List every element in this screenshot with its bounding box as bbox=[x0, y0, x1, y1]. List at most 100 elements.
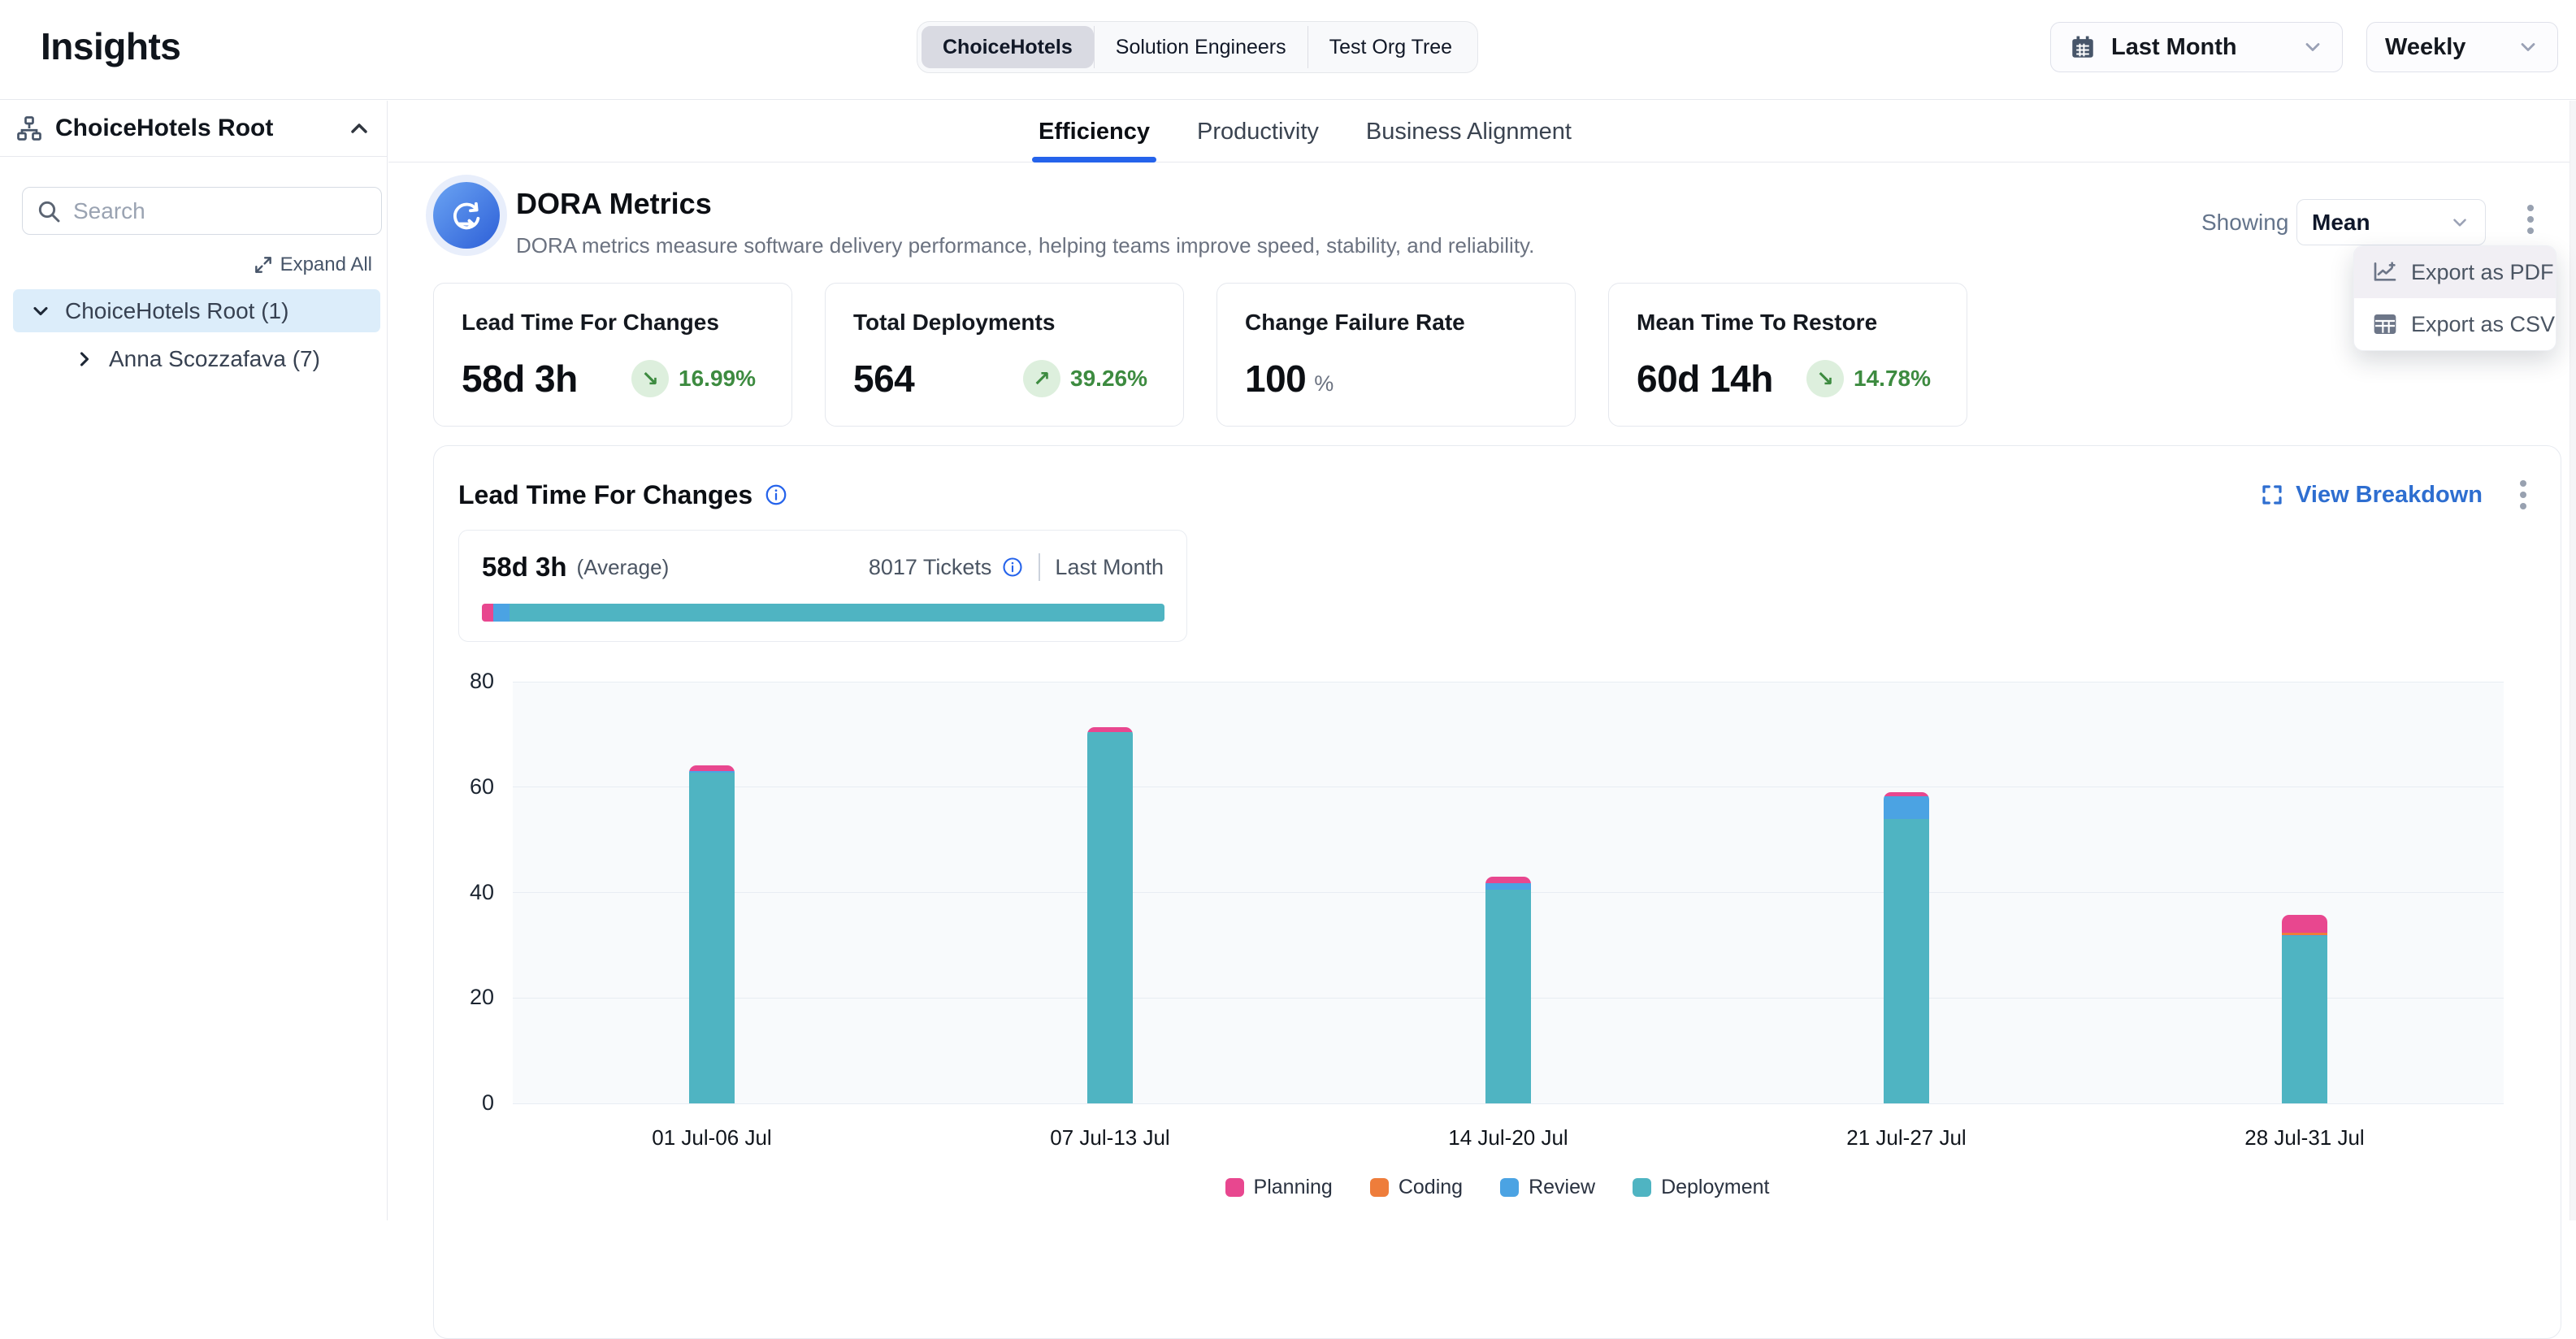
x-axis-label: 21 Jul-27 Jul bbox=[1846, 1125, 1966, 1150]
org-tab-label: Test Org Tree bbox=[1329, 36, 1452, 59]
info-icon[interactable] bbox=[764, 483, 788, 507]
sidebar-header: ChoiceHotels Root bbox=[0, 101, 387, 157]
menu-item-label: Export as CSV bbox=[2411, 312, 2555, 337]
tickets-count: 8017 Tickets bbox=[869, 555, 992, 580]
legend-swatch bbox=[1370, 1178, 1389, 1197]
y-axis-tick: 0 bbox=[436, 1090, 494, 1116]
legend-item-deployment[interactable]: Deployment bbox=[1633, 1176, 1769, 1199]
summary-bar bbox=[482, 604, 1164, 622]
lead-time-chart-card: Lead Time For Changes View Breakdown 58d… bbox=[433, 445, 2561, 1339]
average-label: (Average) bbox=[577, 555, 670, 580]
metric-cards-row: Lead Time For Changes 58d 3h ↘ 16.99% To… bbox=[433, 283, 1967, 427]
calendar-icon bbox=[2069, 33, 2097, 61]
metric-value: 564 bbox=[853, 357, 914, 401]
tab-productivity[interactable]: Productivity bbox=[1197, 101, 1319, 162]
top-bar: Insights ChoiceHotels Solution Engineers… bbox=[0, 0, 2576, 100]
sidebar-title: ChoiceHotels Root bbox=[55, 115, 273, 142]
chevron-down-icon[interactable] bbox=[29, 300, 52, 323]
org-tree: ChoiceHotels Root (1) Anna Scozzafava (7… bbox=[13, 289, 380, 380]
trend-down-icon: ↘ bbox=[631, 360, 669, 397]
bar-28 Jul-31 Jul[interactable] bbox=[2282, 915, 2327, 1103]
chart-export-icon bbox=[2372, 259, 2398, 285]
y-axis-tick: 40 bbox=[436, 880, 494, 905]
legend-item-coding[interactable]: Coding bbox=[1370, 1176, 1463, 1199]
legend-label: Coding bbox=[1399, 1176, 1463, 1199]
org-tab-label: Solution Engineers bbox=[1116, 36, 1286, 59]
legend-label: Review bbox=[1529, 1176, 1595, 1199]
dora-kebab-menu-button[interactable] bbox=[2522, 200, 2539, 239]
collapse-sidebar-icon[interactable] bbox=[346, 115, 372, 141]
org-tree-icon bbox=[15, 114, 44, 143]
dora-metrics-icon bbox=[433, 182, 500, 249]
scrollbar[interactable] bbox=[2569, 101, 2576, 1220]
legend-swatch bbox=[1225, 1178, 1244, 1197]
chart-kebab-menu-button[interactable] bbox=[2515, 475, 2531, 514]
y-axis-tick: 60 bbox=[436, 774, 494, 800]
trend-down-icon: ↘ bbox=[1806, 360, 1844, 397]
menu-item-export-csv[interactable]: Export as CSV bbox=[2354, 298, 2556, 350]
expand-all-button[interactable]: Expand All bbox=[246, 250, 379, 280]
bar-01 Jul-06 Jul[interactable] bbox=[689, 765, 735, 1103]
bar-segment-review bbox=[1884, 796, 1929, 819]
view-breakdown-button[interactable]: View Breakdown bbox=[2260, 482, 2483, 509]
metric-title: Change Failure Rate bbox=[1245, 310, 1547, 336]
chevron-down-icon bbox=[2449, 212, 2470, 233]
menu-item-label: Export as PDF bbox=[2411, 260, 2554, 285]
bar-14 Jul-20 Jul[interactable] bbox=[1485, 877, 1531, 1103]
bar-segment-deployment bbox=[1884, 819, 1929, 1103]
metric-title: Mean Time To Restore bbox=[1637, 310, 1939, 336]
showing-value: Mean bbox=[2312, 210, 2370, 236]
bar-07 Jul-13 Jul[interactable] bbox=[1087, 727, 1133, 1103]
search-input[interactable] bbox=[73, 198, 368, 224]
table-icon bbox=[2372, 311, 2398, 337]
showing-select[interactable]: Mean bbox=[2296, 199, 2486, 245]
chevron-right-icon[interactable] bbox=[73, 348, 96, 370]
tab-label: Business Alignment bbox=[1366, 119, 1572, 145]
summary-period: Last Month bbox=[1055, 555, 1164, 580]
chart-legend: Planning Coding Review Deployment bbox=[434, 1176, 2561, 1199]
average-value: 58d 3h bbox=[482, 552, 567, 583]
tab-efficiency[interactable]: Efficiency bbox=[1039, 101, 1150, 162]
trend-percent: 39.26% bbox=[1070, 366, 1147, 392]
bar-21 Jul-27 Jul[interactable] bbox=[1884, 792, 1929, 1103]
org-tab-label: ChoiceHotels bbox=[943, 36, 1073, 59]
chevron-down-icon bbox=[2517, 36, 2539, 58]
chart-header: Lead Time For Changes View Breakdown bbox=[458, 475, 2531, 514]
y-axis-tick: 20 bbox=[436, 985, 494, 1010]
legend-label: Deployment bbox=[1661, 1176, 1769, 1199]
legend-item-review[interactable]: Review bbox=[1500, 1176, 1595, 1199]
menu-item-export-pdf[interactable]: Export as PDF bbox=[2354, 246, 2556, 298]
card-mean-time-to-restore: Mean Time To Restore 60d 14h ↘ 14.78% bbox=[1608, 283, 1967, 427]
org-switcher: ChoiceHotels Solution Engineers Test Org… bbox=[917, 21, 1478, 73]
bar-segment-deployment bbox=[689, 773, 735, 1103]
info-icon[interactable] bbox=[1001, 556, 1024, 578]
granularity-dropdown[interactable]: Weekly bbox=[2366, 22, 2558, 72]
tree-item-choicehotels-root[interactable]: ChoiceHotels Root (1) bbox=[13, 289, 380, 332]
expand-all-label: Expand All bbox=[280, 254, 372, 276]
sidebar: ChoiceHotels Root Expand All ChoiceHotel… bbox=[0, 101, 388, 1220]
org-tab-solution-engineers[interactable]: Solution Engineers bbox=[1094, 26, 1308, 68]
legend-swatch bbox=[1500, 1178, 1519, 1197]
period-value: Last Month bbox=[2111, 34, 2237, 61]
tabs: Efficiency Productivity Business Alignme… bbox=[1039, 101, 1572, 162]
dora-section-description: DORA metrics measure software delivery p… bbox=[516, 233, 1534, 258]
period-dropdown[interactable]: Last Month bbox=[2050, 22, 2343, 72]
bar-segment-planning bbox=[2282, 915, 2327, 933]
trend-up-icon: ↗ bbox=[1023, 360, 1060, 397]
org-tab-choicehotels[interactable]: ChoiceHotels bbox=[922, 26, 1094, 68]
granularity-value: Weekly bbox=[2385, 34, 2465, 61]
showing-label: Showing bbox=[2201, 210, 2288, 236]
bar-segment-deployment bbox=[1485, 890, 1531, 1103]
tab-business-alignment[interactable]: Business Alignment bbox=[1366, 101, 1572, 162]
legend-swatch bbox=[1633, 1178, 1651, 1197]
x-axis-label: 07 Jul-13 Jul bbox=[1050, 1125, 1169, 1150]
org-tab-test-org-tree[interactable]: Test Org Tree bbox=[1308, 26, 1473, 68]
card-total-deployments: Total Deployments 564 ↗ 39.26% bbox=[825, 283, 1184, 427]
bar-segment-deployment bbox=[1087, 732, 1133, 1103]
metric-value: 100 bbox=[1245, 357, 1306, 401]
summary-bar-deployment bbox=[510, 604, 1164, 622]
chart-summary-box: 58d 3h (Average) 8017 Tickets Last Month bbox=[458, 530, 1187, 642]
legend-item-planning[interactable]: Planning bbox=[1225, 1176, 1333, 1199]
tree-item-anna-scozzafava[interactable]: Anna Scozzafava (7) bbox=[57, 337, 380, 380]
y-axis-tick: 80 bbox=[436, 669, 494, 694]
